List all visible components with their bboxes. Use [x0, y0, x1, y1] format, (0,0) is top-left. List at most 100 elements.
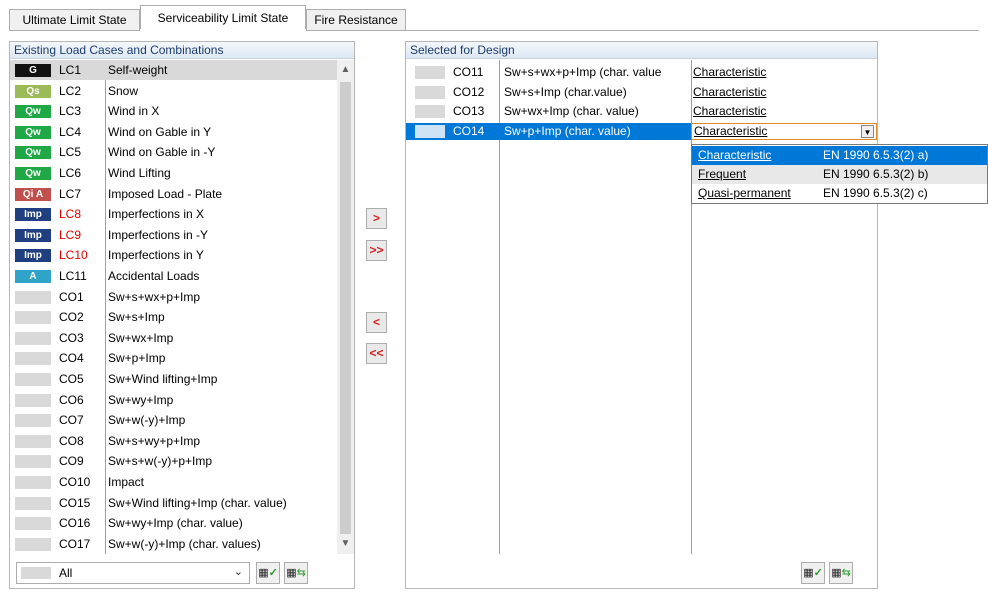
load-list-item[interactable]: Imp LC8 Imperfections in X — [10, 204, 337, 224]
combination-category[interactable]: Characteristic — [693, 64, 766, 81]
swap-icon: ⇆ — [841, 567, 851, 579]
load-list-item[interactable]: CO15 Sw+Wind lifting+Imp (char. value) — [10, 493, 337, 513]
load-list-item[interactable]: CO9 Sw+s+w(-y)+p+Imp — [10, 451, 337, 471]
load-list-item[interactable]: Qw LC4 Wind on Gable in Y — [10, 122, 337, 142]
load-list-item[interactable]: CO8 Sw+s+wy+p+Imp — [10, 431, 337, 451]
load-id: LC11 — [59, 269, 87, 283]
load-type-badge: Imp — [15, 208, 51, 222]
load-description: Wind on Gable in Y — [108, 124, 212, 139]
tab-serviceability-limit-state[interactable]: Serviceability Limit State — [140, 5, 306, 31]
load-type-badge: Qw — [15, 167, 51, 180]
load-filter-select[interactable]: All ⌄ — [16, 562, 250, 584]
load-list-item[interactable]: Qs LC2 Snow — [10, 81, 337, 101]
select-all-check-button[interactable]: ▦✓ — [256, 562, 280, 584]
load-description: Imposed Load - Plate — [108, 186, 223, 201]
selected-for-design-panel: Selected for Design CO11 Sw+s+wx+p+Imp (c… — [405, 41, 878, 589]
left-list-scrollbar[interactable]: ▲ ▼ — [337, 60, 354, 554]
load-list-item[interactable]: CO4 Sw+p+Imp — [10, 348, 337, 368]
design-list-item[interactable]: CO13 Sw+wx+Imp (char. value) Characteristi… — [406, 103, 877, 120]
load-type-badge — [15, 496, 51, 510]
remove-selected-button[interactable]: < — [366, 312, 387, 333]
load-id: CO2 — [59, 310, 84, 325]
load-id: CO17 — [59, 536, 91, 551]
existing-loads-list[interactable]: G LC1 Self-weight Qs LC2 Snow Qw LC3 Wind in X Qw… — [10, 60, 337, 554]
load-list-item[interactable]: CO2 Sw+s+Imp — [10, 307, 337, 327]
load-list-item[interactable]: CO6 Sw+wy+Imp — [10, 390, 337, 410]
load-type-badge — [15, 414, 51, 428]
load-list-item[interactable]: G LC1 Self-weight — [10, 60, 337, 80]
load-id: LC3 — [59, 104, 82, 119]
filter-swatch — [21, 567, 51, 579]
add-all-button[interactable]: >> — [366, 240, 387, 261]
scroll-thumb[interactable] — [340, 82, 351, 534]
load-type-badge: Qw — [15, 105, 51, 119]
load-id: LC9 — [59, 227, 82, 242]
load-type-badge: Qs — [15, 84, 51, 98]
load-id: LC5 — [59, 145, 82, 160]
toggle-selection-button[interactable]: ▦⇆ — [284, 562, 308, 584]
load-list-item[interactable]: CO7 Sw+w(-y)+Imp — [10, 410, 337, 430]
load-description: Imperfections in Y — [108, 248, 204, 263]
load-list-item[interactable]: Qi A LC7 Imposed Load - Plate — [10, 184, 337, 204]
selected-for-design-title: Selected for Design — [406, 42, 877, 59]
category-dropdown-list[interactable]: Characteristic EN 1990 6.5.3(2) a) Frequ… — [691, 144, 988, 204]
load-list-item[interactable]: Qw LC6 Wind Lifting — [10, 163, 337, 183]
design-list-item[interactable]: CO14 Sw+p+Imp (char. value) Characteristic… — [406, 122, 877, 140]
toggle-list-icon: ▦ — [286, 567, 297, 579]
load-description: Wind in X — [108, 104, 160, 119]
dropdown-option-frequent[interactable]: Frequent EN 1990 6.5.3(2) b) — [692, 165, 987, 184]
load-id: CO1 — [59, 289, 84, 304]
add-selected-button[interactable]: > — [366, 208, 387, 229]
combination-category[interactable]: Characteristic — [693, 103, 766, 120]
dropdown-option-characteristic[interactable]: Characteristic EN 1990 6.5.3(2) a) — [692, 146, 987, 165]
load-id: CO16 — [59, 516, 91, 531]
remove-all-button[interactable]: << — [366, 343, 387, 364]
load-description: Snow — [108, 83, 139, 98]
scroll-up-icon[interactable]: ▲ — [337, 64, 354, 75]
load-list-item[interactable]: CO5 Sw+Wind lifting+Imp — [10, 369, 337, 389]
combination-swatch — [415, 66, 445, 79]
design-list-item[interactable]: CO11 Sw+s+wx+p+Imp (char. value Characteri… — [406, 64, 877, 81]
combination-id: CO12 — [453, 84, 485, 99]
load-description: Self-weight — [108, 63, 168, 77]
green-check-icon: ✓ — [813, 567, 823, 579]
option-reference: EN 1990 6.5.3(2) a) — [823, 148, 929, 162]
category-select[interactable]: Characteristic ▼ — [691, 122, 877, 140]
load-list-item[interactable]: CO10 Impact — [10, 472, 337, 492]
green-check-icon: ✓ — [268, 567, 278, 579]
combination-description: Sw+s+wx+p+Imp (char. value — [504, 65, 662, 79]
tab-ultimate-limit-state[interactable]: Ultimate Limit State — [9, 9, 140, 30]
option-label: Quasi-permanent — [698, 186, 791, 200]
load-list-item[interactable]: CO1 Sw+s+wx+p+Imp — [10, 287, 337, 307]
tab-fire-resistance[interactable]: Fire Resistance — [306, 9, 406, 30]
load-list-item[interactable]: CO17 Sw+w(-y)+Imp (char. values) — [10, 534, 337, 554]
load-list-item[interactable]: CO3 Sw+wx+Imp — [10, 328, 337, 348]
selected-design-list[interactable]: CO11 Sw+s+wx+p+Imp (char. value Characteri… — [406, 60, 877, 554]
load-list-item[interactable]: Qw LC5 Wind on Gable in -Y — [10, 142, 337, 162]
load-list-item[interactable]: Imp LC9 Imperfections in -Y — [10, 225, 337, 245]
load-id: CO10 — [59, 475, 91, 489]
load-list-item[interactable]: A LC11 Accidental Loads — [10, 266, 337, 286]
chevron-down-icon: ⌄ — [233, 566, 243, 578]
load-list-item[interactable]: Qw LC3 Wind in X — [10, 101, 337, 121]
toggle-selection-button-right[interactable]: ▦⇆ — [829, 562, 853, 584]
load-description: Sw+Wind lifting+Imp — [108, 372, 218, 386]
load-description: Sw+s+wx+p+Imp — [108, 289, 201, 304]
combination-swatch — [415, 124, 445, 138]
load-list-item[interactable]: CO16 Sw+wy+Imp (char. value) — [10, 513, 337, 533]
design-list-item[interactable]: CO12 Sw+s+Imp (char.value) Characteristic — [406, 84, 877, 101]
load-list-item[interactable]: Imp LC10 Imperfections in Y — [10, 245, 337, 265]
combination-description: Sw+p+Imp (char. value) — [504, 123, 631, 138]
swap-icon: ⇆ — [296, 567, 306, 579]
load-description: Sw+wy+Imp (char. value) — [108, 516, 243, 531]
load-type-badge — [15, 517, 51, 531]
dropdown-option-quasi-permanent[interactable]: Quasi-permanent EN 1990 6.5.3(2) c) — [692, 184, 987, 203]
scroll-down-icon[interactable]: ▼ — [337, 538, 354, 549]
load-type-badge: Imp — [15, 249, 51, 263]
select-all-check-button-right[interactable]: ▦✓ — [801, 562, 825, 584]
load-id: CO8 — [59, 433, 84, 448]
chevron-down-icon[interactable]: ▼ — [861, 124, 874, 138]
load-description: Wind on Gable in -Y — [108, 145, 216, 160]
combination-category[interactable]: Characteristic — [693, 84, 766, 101]
load-type-badge — [15, 290, 51, 304]
